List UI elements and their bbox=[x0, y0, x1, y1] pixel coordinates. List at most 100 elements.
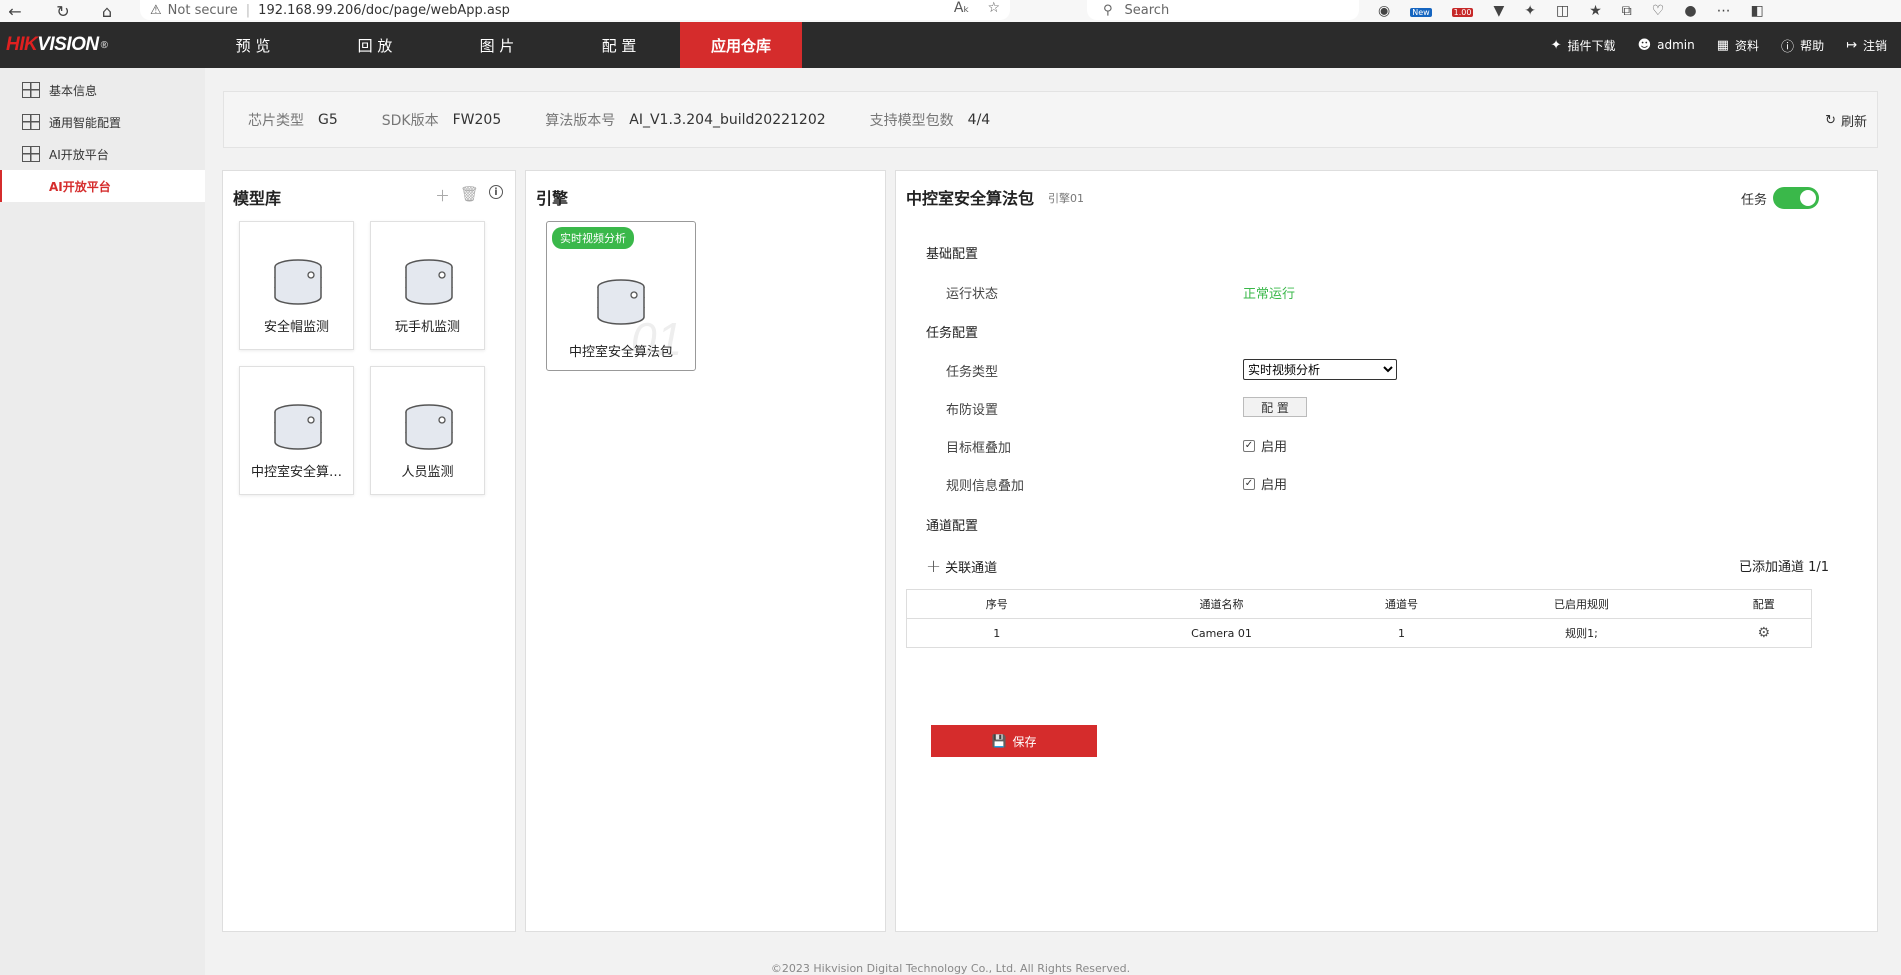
target-box-overlay-checkbox[interactable]: ✓ bbox=[1243, 439, 1255, 452]
menu-preview[interactable]: 预 览 bbox=[192, 22, 314, 68]
browser-toolbar: ← ↻ ⌂ ⚠ Not secure | 192.168.99.206/doc/… bbox=[0, 0, 1901, 22]
sidebar-item-basic-info[interactable]: 基本信息 bbox=[0, 74, 205, 106]
target-box-overlay-label: 目标框叠加 bbox=[946, 441, 1012, 456]
save-button[interactable]: 💾 保存 bbox=[931, 725, 1097, 757]
favorites-icon[interactable]: ★ bbox=[1589, 3, 1602, 19]
run-status-value: 正常运行 bbox=[1243, 287, 1296, 302]
task-toggle-label: 任务 bbox=[1740, 192, 1767, 208]
model-database-icon bbox=[274, 404, 322, 450]
extension-v-icon[interactable]: ▼ bbox=[1493, 3, 1504, 19]
split-screen-icon[interactable]: ◫ bbox=[1556, 3, 1569, 19]
browser-search[interactable]: ⚲ Search bbox=[1087, 0, 1359, 20]
column-header-channel-name: 通道名称 bbox=[1086, 589, 1357, 619]
engine-panel: 引擎 01 实时视频分析 中控室安全算法包 bbox=[525, 170, 886, 932]
top-navigation: HIK VISION ® 预 览 回 放 图 片 配 置 应用仓库 ✦ 插件下载 ☻… bbox=[0, 22, 1901, 68]
gear-icon[interactable]: ⚙ bbox=[1757, 625, 1770, 641]
health-icon[interactable]: ♡ bbox=[1652, 3, 1665, 19]
extension-new-badge: New bbox=[1410, 8, 1432, 17]
profile-avatar-icon[interactable]: ● bbox=[1684, 3, 1696, 19]
target-box-overlay-enable-text: 启用 bbox=[1261, 440, 1288, 455]
model-database-icon bbox=[405, 259, 453, 305]
puzzle-icon: ✦ bbox=[1550, 37, 1562, 53]
added-channels-count: 已添加通道 1/1 bbox=[1738, 560, 1829, 575]
basic-config-heading: 基础配置 bbox=[926, 247, 979, 262]
refresh-icon: ↻ bbox=[1825, 113, 1836, 128]
engine-card[interactable]: 01 实时视频分析 中控室安全算法包 bbox=[546, 221, 696, 371]
model-card-name: 安全帽监测 bbox=[263, 320, 329, 335]
model-card[interactable]: 玩手机监测 bbox=[370, 221, 485, 350]
plugin-download-button[interactable]: ✦ 插件下载 bbox=[1551, 37, 1616, 54]
reload-icon[interactable]: ↻ bbox=[52, 0, 74, 22]
algorithm-version-label: 算法版本号 bbox=[545, 112, 616, 129]
extensions-puzzle-icon[interactable]: ✦ bbox=[1524, 3, 1536, 19]
associate-channel-button[interactable]: + 关联通道 bbox=[926, 556, 997, 577]
user-menu[interactable]: ☻ admin bbox=[1638, 38, 1695, 53]
channel-table: 序号 通道名称 通道号 已启用规则 配置 1 Camera 01 1 规则1; … bbox=[906, 589, 1812, 648]
model-library-panel: 模型库 ＋ 🗑 i 安全帽监测 玩手机监测 中控室安全算… 人员监测 bbox=[222, 170, 516, 932]
menu-app-store[interactable]: 应用仓库 bbox=[680, 22, 802, 68]
model-card-name: 玩手机监测 bbox=[394, 320, 460, 335]
home-icon[interactable]: ⌂ bbox=[96, 0, 118, 22]
qr-code-icon: ▦ bbox=[1716, 37, 1730, 53]
task-type-select[interactable]: 实时视频分析 bbox=[1243, 359, 1397, 380]
logo-rest-text: VISION bbox=[37, 34, 99, 55]
defense-setting-label: 布防设置 bbox=[946, 403, 999, 418]
sdk-version-value: FW205 bbox=[452, 111, 502, 128]
refresh-button[interactable]: ↻ 刷新 bbox=[1825, 92, 1867, 149]
info-icon[interactable]: i bbox=[489, 185, 503, 199]
column-header-channel-no: 通道号 bbox=[1356, 589, 1447, 619]
sidebar-subitem-ai-platform[interactable]: AI开放平台 bbox=[0, 170, 205, 202]
sidebar-item-ai-platform[interactable]: AI开放平台 bbox=[0, 138, 205, 170]
model-card[interactable]: 安全帽监测 bbox=[239, 221, 354, 350]
copyright-footer: ©2023 Hikvision Digital Technology Co., … bbox=[770, 962, 1131, 975]
task-toggle[interactable] bbox=[1773, 187, 1819, 209]
associate-channel-label: 关联通道 bbox=[945, 561, 998, 576]
help-button[interactable]: ⓘ 帮助 bbox=[1781, 36, 1824, 55]
model-library-title: 模型库 bbox=[233, 189, 282, 208]
security-label: Not secure bbox=[167, 2, 238, 18]
delete-icon[interactable]: 🗑 bbox=[460, 185, 479, 206]
extension-new-icon[interactable]: New bbox=[1410, 3, 1432, 19]
back-icon[interactable]: ← bbox=[4, 0, 26, 22]
model-card-name: 中控室安全算… bbox=[250, 465, 342, 480]
cell-channel-name: Camera 01 bbox=[1086, 618, 1357, 648]
task-config-heading: 任务配置 bbox=[926, 326, 979, 341]
read-aloud-icon[interactable]: Aₖ bbox=[954, 0, 970, 16]
user-icon: ☻ bbox=[1637, 37, 1652, 53]
channel-config-heading: 通道配置 bbox=[926, 519, 979, 534]
more-menu-icon[interactable]: ⋯ bbox=[1717, 3, 1731, 19]
help-label: 帮助 bbox=[1800, 38, 1825, 53]
address-bar[interactable]: ⚠ Not secure | 192.168.99.206/doc/page/w… bbox=[140, 0, 1010, 20]
rule-info-overlay-checkbox[interactable]: ✓ bbox=[1243, 477, 1255, 490]
favorite-star-icon[interactable]: ☆ bbox=[987, 0, 1000, 16]
rule-info-overlay-label: 规则信息叠加 bbox=[946, 479, 1025, 494]
main-menu: 预 览 回 放 图 片 配 置 应用仓库 bbox=[192, 22, 802, 68]
sidebar-item-label: AI开放平台 bbox=[49, 147, 109, 162]
collections-icon[interactable]: ⧉ bbox=[1622, 3, 1632, 19]
cell-config: ⚙ bbox=[1716, 618, 1812, 648]
column-header-config: 配置 bbox=[1716, 589, 1812, 619]
menu-playback[interactable]: 回 放 bbox=[314, 22, 436, 68]
logo-brand-text: HIK bbox=[6, 34, 38, 55]
extension-camera-icon[interactable]: ◉ bbox=[1378, 3, 1390, 19]
menu-picture[interactable]: 图 片 bbox=[436, 22, 558, 68]
menu-configuration[interactable]: 配 置 bbox=[558, 22, 680, 68]
sidebar-toggle-icon[interactable]: ◧ bbox=[1751, 3, 1764, 19]
cell-enabled-rules: 规则1; bbox=[1446, 618, 1717, 648]
engine-title: 引擎 bbox=[536, 189, 569, 208]
chip-type-value: G5 bbox=[318, 111, 338, 128]
extension-version-icon[interactable]: 1.00 bbox=[1451, 3, 1474, 19]
engine-type-tag: 实时视频分析 bbox=[552, 227, 634, 249]
docs-button[interactable]: ▦ 资料 bbox=[1717, 37, 1759, 54]
hikvision-logo: HIK VISION ® bbox=[6, 22, 108, 68]
run-status-label: 运行状态 bbox=[946, 287, 999, 302]
model-card[interactable]: 中控室安全算… bbox=[239, 366, 354, 495]
defense-config-button[interactable]: 配 置 bbox=[1243, 397, 1307, 417]
algorithm-version-value: AI_V1.3.204_build20221202 bbox=[629, 111, 826, 128]
model-card[interactable]: 人员监测 bbox=[370, 366, 485, 495]
username-label: admin bbox=[1657, 38, 1695, 52]
sdk-version-label: SDK版本 bbox=[381, 112, 439, 129]
sidebar-item-smart-config[interactable]: 通用智能配置 bbox=[0, 106, 205, 138]
add-icon[interactable]: ＋ bbox=[435, 185, 450, 206]
logout-button[interactable]: ↦ 注销 bbox=[1846, 37, 1887, 54]
